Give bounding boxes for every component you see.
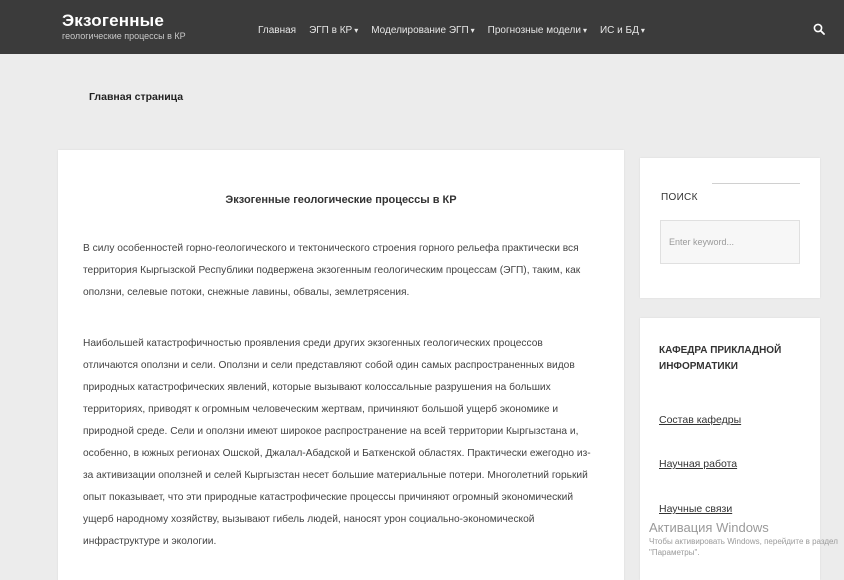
nav-item-egp[interactable]: ЭГП в КР ▾ xyxy=(309,25,358,36)
breadcrumb: Главная страница xyxy=(89,91,184,103)
main-nav: Главная ЭГП в КР ▾ Моделирование ЭГП ▾ Про… xyxy=(258,25,645,36)
site-brand[interactable]: Экзогенные геологические процессы в КР xyxy=(62,12,186,42)
search-widget: ПОИСК xyxy=(640,158,820,298)
watermark-subtitle: Чтобы активировать Windows, перейдите в … xyxy=(649,537,838,557)
search-input[interactable] xyxy=(660,220,800,264)
search-icon xyxy=(813,23,825,35)
nav-item-label: Прогнозные модели xyxy=(487,25,581,36)
article-card: Экзогенные геологические процессы в КР В… xyxy=(58,150,624,580)
chevron-down-icon: ▾ xyxy=(582,26,587,35)
watermark-title: Активация Windows xyxy=(649,520,769,535)
department-widget-title: КАФЕДРА ПРИКЛАДНОЙ ИНФОРМАТИКИ xyxy=(659,345,782,372)
site-subtitle: геологические процессы в КР xyxy=(62,31,186,41)
nav-item-label: ЭГП в КР xyxy=(309,25,353,36)
search-widget-title: ПОИСК xyxy=(661,192,698,203)
nav-item-forecast[interactable]: Прогнозные модели ▾ xyxy=(488,25,587,36)
link-department-staff[interactable]: Состав кафедры xyxy=(659,414,741,426)
link-research-connections[interactable]: Научные связи xyxy=(659,503,732,515)
article-paragraph: Наибольшей катастрофичностью проявления … xyxy=(83,338,591,547)
widget-divider xyxy=(712,183,800,184)
chevron-down-icon: ▾ xyxy=(354,26,359,35)
chevron-down-icon: ▾ xyxy=(470,26,475,35)
nav-item-modeling[interactable]: Моделирование ЭГП ▾ xyxy=(371,25,474,36)
chevron-down-icon: ▾ xyxy=(640,26,645,35)
windows-activation-watermark: Активация Windows Чтобы активировать Win… xyxy=(649,520,844,558)
nav-item-label: ИС и БД xyxy=(599,25,639,36)
nav-item-is-db[interactable]: ИС и БД ▾ xyxy=(600,25,645,36)
site-title[interactable]: Экзогенные xyxy=(62,12,186,30)
nav-item-home[interactable]: Главная xyxy=(258,25,296,36)
article-title: Экзогенные геологические процессы в КР xyxy=(225,194,457,206)
nav-item-label: Главная xyxy=(258,25,297,36)
article-paragraph: В силу особенностей горно-геологического… xyxy=(83,243,581,298)
link-research-work[interactable]: Научная работа xyxy=(659,458,737,470)
header-search-button[interactable] xyxy=(808,20,830,38)
site-header: Экзогенные геологические процессы в КР Г… xyxy=(0,0,844,54)
nav-item-label: Моделирование ЭГП xyxy=(371,25,469,36)
